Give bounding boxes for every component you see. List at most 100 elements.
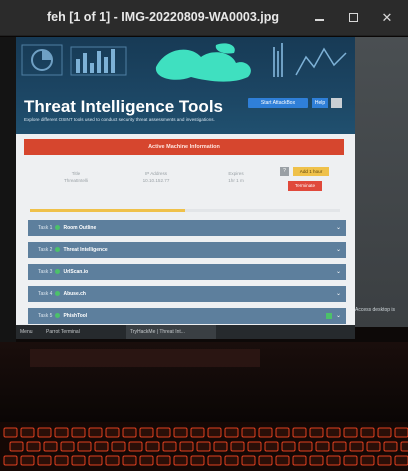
image-viewport: Access desktop is Threat Intelligence To… [0, 37, 408, 471]
keyboard-key [105, 455, 120, 466]
keyboard-key [20, 455, 35, 466]
maximize-button[interactable] [344, 9, 362, 27]
keyboard-key [207, 427, 222, 438]
keyboard-key [122, 427, 137, 438]
task-title: Abuse.ch [63, 291, 86, 297]
check-icon [55, 247, 61, 253]
info-label: IP Address [144, 171, 168, 176]
keyboard-key [9, 441, 24, 452]
keyboard-key [77, 441, 92, 452]
taskbar-browser[interactable]: TryHackMe | Threat Int... [126, 325, 216, 339]
terminate-button[interactable]: Terminate [288, 181, 322, 191]
task-number: Task 5 [38, 313, 53, 319]
keyboard-key [275, 455, 290, 466]
keyboard-key [377, 427, 392, 438]
keyboard-key [275, 427, 290, 438]
monitor-bezel [0, 37, 16, 347]
keyboard-key [156, 427, 171, 438]
task-item[interactable]: Task 5 PhishTool ⌄ [28, 308, 346, 324]
keyboard-key [281, 441, 296, 452]
keyboard-key [54, 455, 69, 466]
keyboard-key [196, 441, 211, 452]
window-titlebar: feh [1 of 1] - IMG-20220809-WA0003.jpg ✕ [0, 0, 408, 36]
check-icon [55, 225, 61, 231]
keyboard-key [343, 427, 358, 438]
keyboard-key [247, 441, 262, 452]
keyboard-key [207, 455, 222, 466]
keyboard-key [71, 455, 86, 466]
taskbar-menu[interactable]: Menu [20, 325, 33, 339]
room-banner: Threat Intelligence Tools Explore differ… [16, 37, 355, 134]
taskbar-terminal[interactable]: Parrot Terminal [46, 325, 80, 339]
room-subtitle: Explore different OSINT tools used to co… [24, 117, 215, 122]
keyboard-key [162, 441, 177, 452]
keyboard-key [292, 455, 307, 466]
keyboard-key [360, 455, 375, 466]
room-progress-fill [30, 209, 185, 212]
keyboard-key [139, 455, 154, 466]
keyboard-key [400, 441, 408, 452]
chevron-down-icon: ⌄ [335, 247, 341, 253]
minimize-button[interactable] [310, 9, 328, 27]
close-button[interactable]: ✕ [378, 9, 396, 27]
keyboard-key [309, 427, 324, 438]
keyboard-key [394, 427, 408, 438]
keyboard-key [315, 441, 330, 452]
options-button[interactable] [331, 98, 342, 108]
keyboard-key [190, 427, 205, 438]
task-item[interactable]: Task 2 Threat Intelligence ⌄ [28, 242, 346, 258]
question-button[interactable]: ? [280, 167, 289, 176]
room-content: Active Machine Information Title ThreatI… [16, 134, 355, 337]
task-item[interactable]: Task 1 Room Outline ⌄ [28, 220, 346, 236]
info-value: 10.10.152.77 [142, 178, 170, 183]
minimize-icon [314, 19, 324, 21]
keyboard-key [224, 427, 239, 438]
task-number: Task 3 [38, 269, 53, 275]
chevron-down-icon: ⌄ [335, 225, 341, 231]
keyboard-key [292, 427, 307, 438]
info-value: 1hr 1 m [228, 178, 244, 183]
keyboard-key [37, 455, 52, 466]
keyboard-key [349, 441, 364, 452]
os-taskbar: Menu Parrot Terminal TryHackMe | Threat … [16, 325, 355, 339]
active-machine-bar[interactable]: Active Machine Information [24, 139, 344, 155]
chevron-down-icon: ⌄ [335, 269, 341, 275]
add-hour-button[interactable]: Add 1 hour [293, 167, 329, 176]
keyboard-key [241, 455, 256, 466]
keyboard-key [3, 455, 18, 466]
banner-illustration [21, 43, 347, 82]
keyboard-key [309, 455, 324, 466]
keyboard-key [20, 427, 35, 438]
check-icon [55, 291, 61, 297]
help-button[interactable]: Help [312, 98, 328, 108]
keyboard-key [71, 427, 86, 438]
keyboard-key [230, 441, 245, 452]
monitor-screen: Threat Intelligence Tools Explore differ… [16, 37, 355, 337]
keyboard-key [258, 427, 273, 438]
keyboard-key [105, 427, 120, 438]
keyboard-key [366, 441, 381, 452]
task-number: Task 1 [38, 225, 53, 231]
keyboard-key [88, 455, 103, 466]
task-item[interactable]: Task 3 UrlScan.io ⌄ [28, 264, 346, 280]
task-item[interactable]: Task 4 Abuse.ch ⌄ [28, 286, 346, 302]
info-label: Expires [228, 171, 244, 176]
check-icon [55, 313, 61, 319]
keyboard-key [43, 441, 58, 452]
keyboard-key [173, 427, 188, 438]
start-attackbox-button[interactable]: Start AttackBox [248, 98, 308, 108]
keyboard-key [94, 441, 109, 452]
task-title: Room Outline [63, 225, 97, 231]
keyboard-key [326, 427, 341, 438]
keyboard-key [128, 441, 143, 452]
room-progress-bar [30, 209, 340, 212]
window-title: feh [1 of 1] - IMG-20220809-WA0003.jpg [47, 10, 280, 24]
keyboard-key [3, 427, 18, 438]
keyboard-key [139, 427, 154, 438]
keyboard-key [332, 441, 347, 452]
keyboard-key [145, 441, 160, 452]
keyboard-key [60, 441, 75, 452]
task-title: PhishTool [63, 313, 88, 319]
keyboard-key [190, 455, 205, 466]
task-title: UrlScan.io [63, 269, 89, 275]
